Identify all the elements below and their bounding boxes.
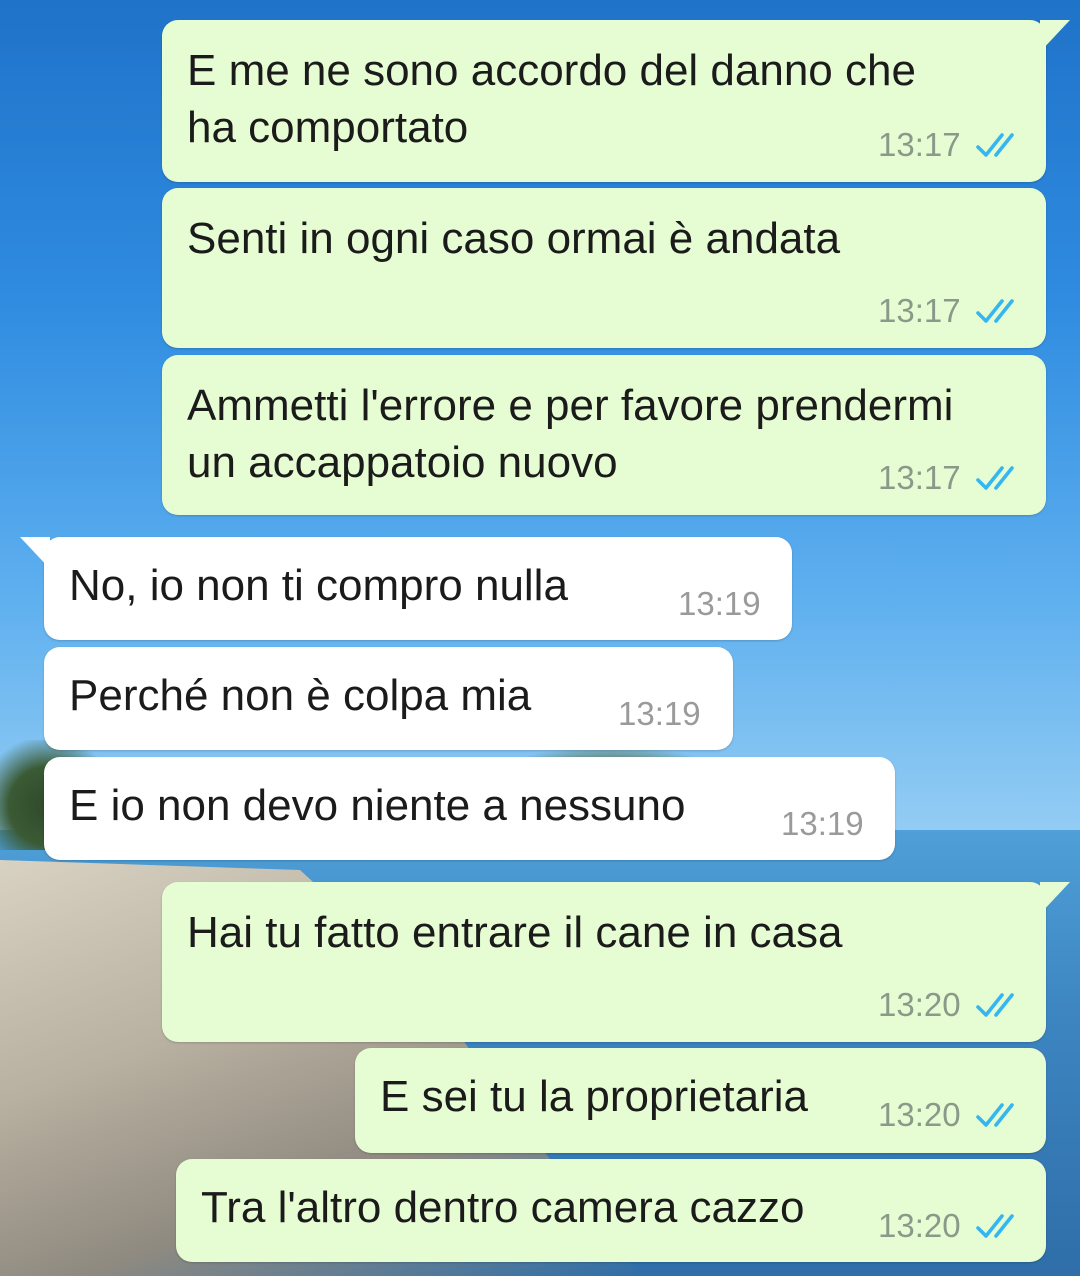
message-text: Ammetti l'errore e per favore prendermi … [187, 377, 953, 491]
message-text: E me ne sono accordo del danno che ha co… [187, 42, 916, 156]
message-line: Ammetti l'errore e per favore prendermi [187, 381, 954, 430]
message-time: 13:19 [618, 695, 701, 732]
message-text: Hai tu fatto entrare il cane in casa [187, 904, 842, 961]
outgoing-message[interactable]: Tra l'altro dentro camera cazzo 13:20 [176, 1159, 1046, 1262]
message-time: 13:19 [781, 805, 864, 842]
message-line: Senti in ogni caso ormai è andata [187, 214, 841, 263]
message-time: 13:20 [878, 986, 961, 1023]
message-time: 13:19 [678, 585, 761, 622]
message-line: E io non devo niente a nessuno [69, 781, 686, 830]
outgoing-message[interactable]: E me ne sono accordo del danno che ha co… [162, 20, 1070, 182]
outgoing-message[interactable]: E sei tu la proprietaria 13:20 [355, 1048, 1046, 1153]
message-line: No, io non ti compro nulla [69, 561, 568, 610]
bubble-tail [1040, 882, 1070, 914]
message-text: E sei tu la proprietaria [380, 1068, 808, 1125]
message-line: Hai tu fatto entrare il cane in casa [187, 908, 843, 957]
message-line: ha comportato [187, 103, 469, 152]
message-time: 13:20 [878, 1207, 961, 1244]
read-double-tick-icon [976, 993, 1014, 1017]
message-time: 13:17 [878, 292, 961, 329]
message-line: Tra l'altro dentro camera cazzo [201, 1183, 805, 1232]
read-double-tick-icon [976, 1214, 1014, 1238]
message-text: No, io non ti compro nulla [69, 557, 568, 614]
incoming-message[interactable]: No, io non ti compro nulla 13:19 [20, 537, 792, 640]
message-line: Perché non è colpa mia [69, 671, 532, 720]
message-line: un accappatoio nuovo [187, 438, 618, 487]
read-double-tick-icon [976, 133, 1014, 157]
message-text: Perché non è colpa mia [69, 667, 531, 724]
read-double-tick-icon [976, 466, 1014, 490]
message-time: 13:17 [878, 459, 961, 496]
message-line: E sei tu la proprietaria [380, 1072, 808, 1121]
message-line: E me ne sono accordo del danno che [187, 46, 916, 95]
message-text: Tra l'altro dentro camera cazzo [201, 1179, 804, 1236]
message-text: E io non devo niente a nessuno [69, 777, 685, 834]
outgoing-message[interactable]: Ammetti l'errore e per favore prendermi … [162, 355, 1046, 515]
message-time: 13:17 [878, 126, 961, 163]
message-time: 13:20 [878, 1096, 961, 1133]
read-double-tick-icon [976, 299, 1014, 323]
bubble-tail [1040, 20, 1070, 52]
message-text: Senti in ogni caso ormai è andata [187, 210, 840, 267]
outgoing-message[interactable]: Senti in ogni caso ormai è andata 13:17 [162, 188, 1046, 348]
outgoing-message[interactable]: Hai tu fatto entrare il cane in casa 13:… [162, 882, 1070, 1042]
incoming-message[interactable]: Perché non è colpa mia 13:19 [44, 647, 733, 750]
read-double-tick-icon [976, 1103, 1014, 1127]
bubble-tail [20, 537, 50, 569]
incoming-message[interactable]: E io non devo niente a nessuno 13:19 [44, 757, 895, 860]
